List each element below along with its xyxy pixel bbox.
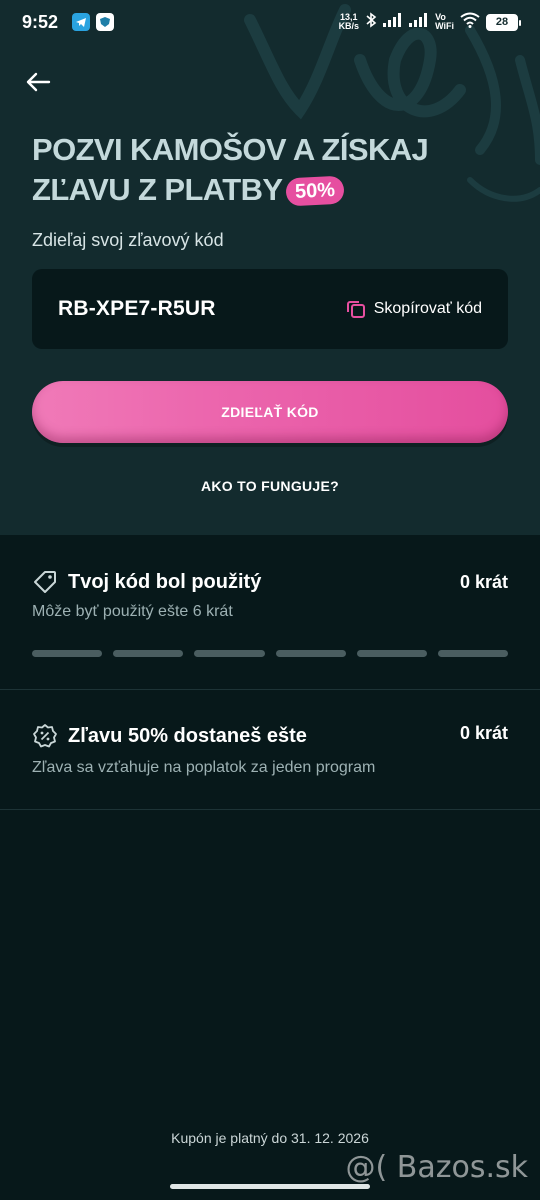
share-code-label: Zdieľaj svoj zľavový kód — [32, 230, 224, 250]
discount-count: 0 krát — [459, 722, 508, 743]
copy-code-button[interactable]: Skopírovať kód — [346, 299, 482, 319]
watermark: @( Bazos.sk — [345, 1150, 528, 1185]
code-usage-count: 0 krát — [459, 571, 508, 592]
usage-progress-segment — [356, 650, 427, 657]
vowifi-indicator: Vo WiFi — [435, 12, 454, 31]
coupon-validity: Kupón je platný do 31. 12. 2026 — [171, 1130, 369, 1146]
discount-header: Zľavu 50% dostaneš ešte 0 krát — [32, 723, 508, 749]
usage-progress-segment — [194, 650, 265, 657]
how-it-works-link[interactable]: AKO TO FUNGUJE? — [0, 478, 540, 494]
status-time: 9:52 — [22, 11, 59, 32]
usage-progress-segment — [275, 650, 346, 657]
discount-section: Zľavu 50% dostaneš ešte 0 krát Zľava sa … — [0, 690, 540, 810]
code-usage-title: Tvoj kód bol použitý — [68, 570, 262, 593]
usage-progress-segment — [32, 650, 103, 657]
discount-badge: 50% — [285, 175, 346, 207]
code-usage-subtitle: Môže byť použitý ešte 6 krát — [32, 603, 233, 620]
status-indicators: 13,1 KB/s Vo WiFi 28 — [338, 11, 521, 33]
usage-progress — [32, 650, 509, 657]
arrow-left-icon — [26, 72, 51, 92]
tag-icon — [34, 571, 56, 593]
usage-progress-segment — [113, 650, 184, 657]
discount-subtitle: Zľava sa vzťahuje na poplatok za jeden p… — [32, 759, 376, 776]
code-usage-section: Tvoj kód bol použitý 0 krát Môže byť pou… — [0, 535, 540, 690]
usage-progress-segment — [437, 650, 509, 657]
signal-icon — [383, 12, 403, 32]
page-title-text: POZVI KAMOŠOV A ZÍSKAJ ZĽAVU Z PLATBY — [32, 132, 429, 207]
wifi-icon — [460, 12, 480, 33]
copy-code-label: Skopírovať kód — [373, 300, 482, 317]
code-usage-header: Tvoj kód bol použitý 0 krát — [32, 569, 508, 595]
percent-badge-icon — [33, 724, 57, 748]
share-code-button[interactable]: ZDIEĽAŤ KÓD — [32, 381, 508, 443]
hero-section: 9:52 13,1 KB/s Vo WiFi 28 POZVI KAMOŠOV … — [0, 0, 540, 535]
bluetooth-icon — [365, 11, 377, 33]
page-title: POZVI KAMOŠOV A ZÍSKAJ ZĽAVU Z PLATBY 50% — [32, 130, 512, 210]
copy-icon — [346, 301, 365, 318]
network-speed: 13,1 KB/s — [338, 12, 360, 31]
battery-indicator: 28 — [486, 13, 521, 31]
discount-title: Zľavu 50% dostaneš ešte — [68, 724, 307, 747]
signal-icon-2 — [409, 12, 429, 32]
discount-code: RB-XPE7-R5UR — [58, 297, 216, 320]
discount-code-box: RB-XPE7-R5UR Skopírovať kód — [32, 269, 508, 349]
telegram-icon — [72, 13, 91, 31]
status-bar: 9:52 13,1 KB/s Vo WiFi 28 — [0, 0, 540, 44]
home-indicator[interactable] — [170, 1184, 370, 1189]
back-button[interactable] — [22, 66, 54, 98]
shield-app-icon — [96, 13, 115, 31]
